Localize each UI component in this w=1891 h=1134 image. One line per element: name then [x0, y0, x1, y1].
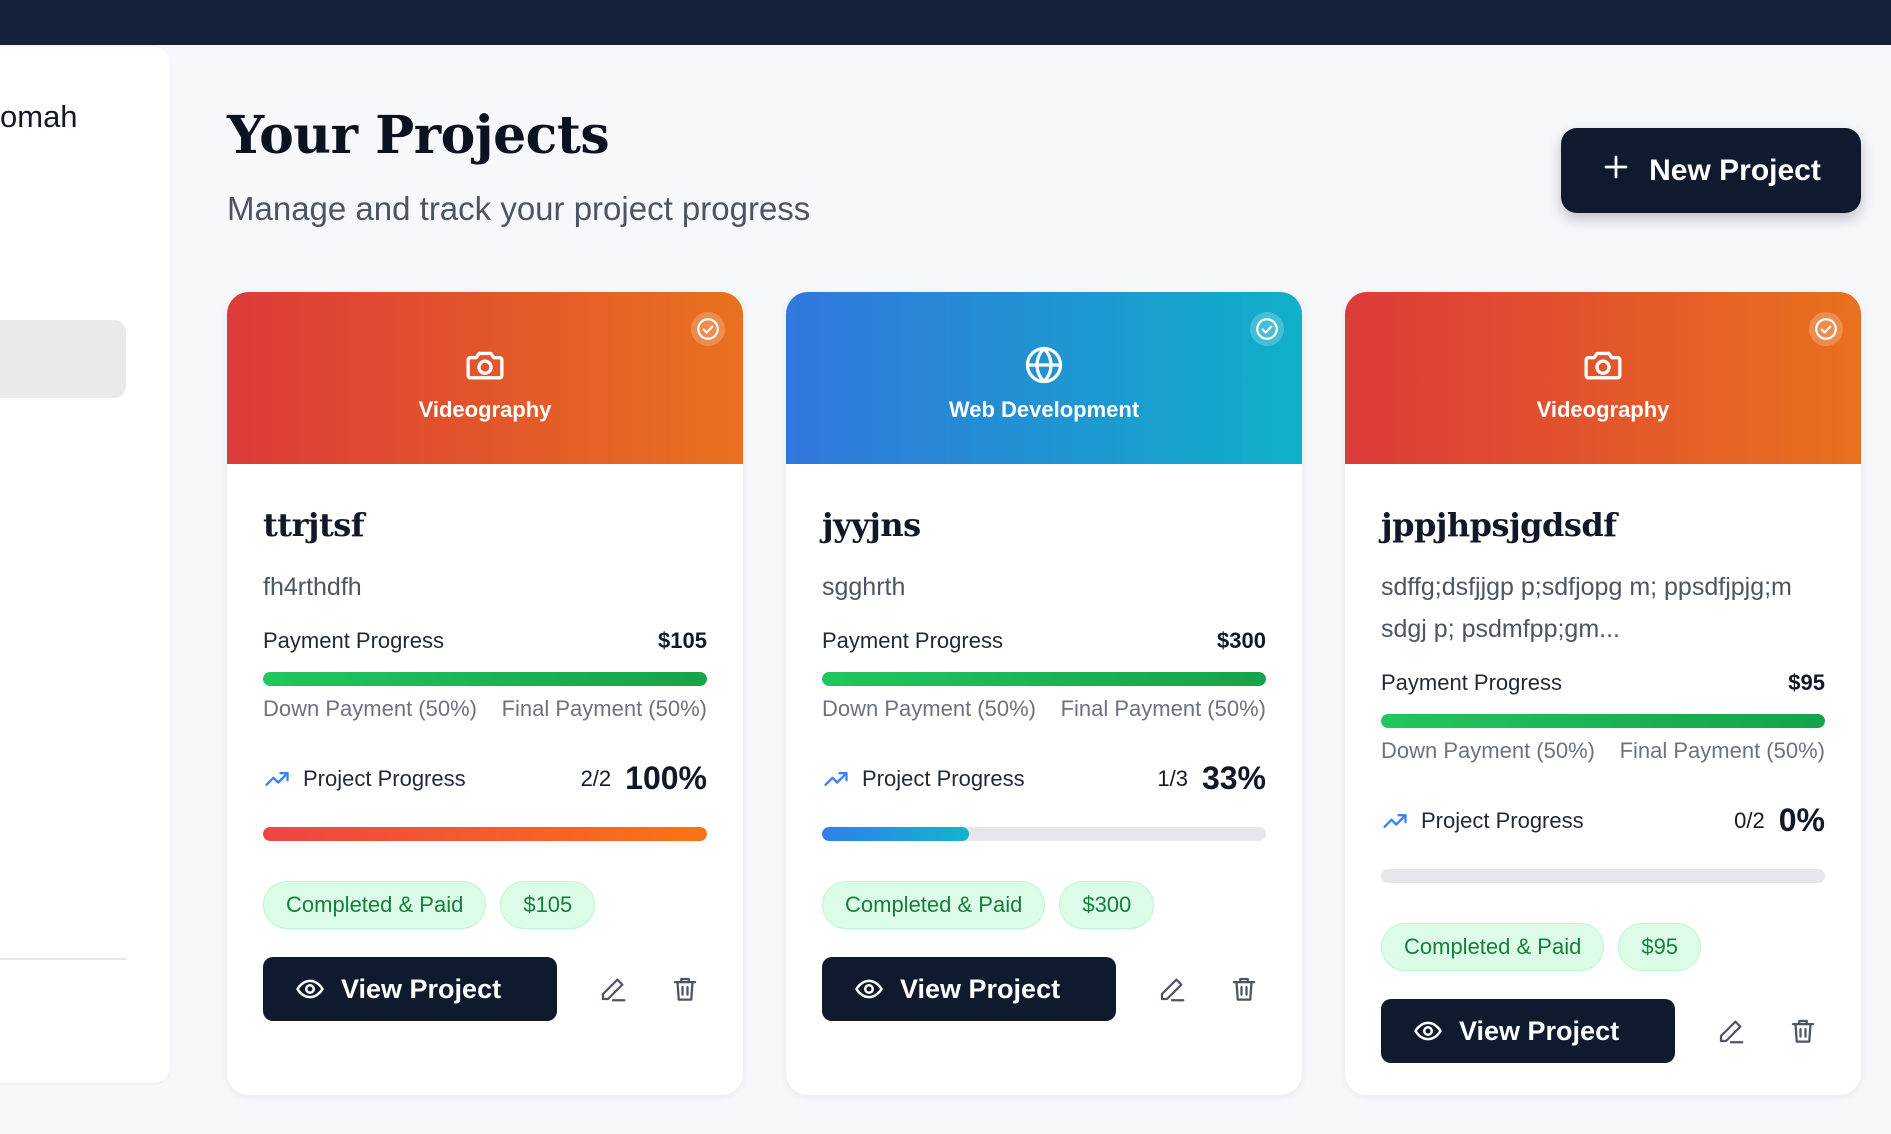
- sidebar: omah: [0, 47, 170, 1083]
- delete-button[interactable]: [1783, 1011, 1823, 1051]
- check-circle-icon: [1250, 312, 1284, 346]
- category-label: Videography: [418, 397, 552, 422]
- down-payment-label: Down Payment (50%): [263, 696, 477, 721]
- delete-button[interactable]: [665, 969, 705, 1009]
- payment-progress-bar: [822, 672, 1266, 686]
- payment-progress-label: Payment Progress: [822, 628, 1003, 653]
- payment-progress-label: Payment Progress: [263, 628, 444, 653]
- project-progress-bar: [263, 827, 707, 841]
- globe-icon: [1025, 346, 1063, 384]
- view-project-label: View Project: [341, 973, 502, 1004]
- trash-icon: [1232, 977, 1256, 1001]
- trending-up-icon: [1383, 813, 1407, 828]
- status-badge: Completed & Paid: [1381, 923, 1605, 971]
- pencil-icon: [1719, 1020, 1744, 1044]
- final-payment-label: Final Payment (50%): [1060, 696, 1266, 721]
- final-payment-label: Final Payment (50%): [501, 696, 707, 721]
- edit-button[interactable]: [1711, 1011, 1751, 1051]
- project-step-count: 1/3: [1157, 765, 1188, 791]
- view-project-label: View Project: [1459, 1015, 1620, 1046]
- amount-badge: $300: [1059, 881, 1155, 929]
- pencil-icon: [1160, 978, 1185, 1002]
- camera-icon: [466, 351, 504, 380]
- project-percent: 100%: [625, 760, 707, 796]
- project-percent: 0%: [1778, 802, 1825, 838]
- project-description: fh4rthdfh: [263, 573, 362, 601]
- project-progress-label: Project Progress: [862, 765, 1025, 791]
- project-step-count: 2/2: [580, 765, 612, 791]
- edit-button[interactable]: [1152, 969, 1192, 1009]
- trash-icon: [673, 977, 697, 1001]
- payment-amount: $300: [1217, 628, 1266, 653]
- project-title: jyyjns: [822, 506, 921, 544]
- project-description: sgghrth: [822, 573, 906, 601]
- sidebar-user-name: omah: [0, 99, 78, 134]
- payment-amount: $105: [658, 628, 707, 653]
- trending-up-icon: [265, 771, 289, 786]
- category-label: Videography: [1536, 397, 1670, 422]
- down-payment-label: Down Payment (50%): [822, 696, 1036, 721]
- project-description: sdffg;dsfjjgp p;sdfjopg m; ppsdfjpjg;m s…: [1381, 573, 1792, 643]
- card-header: Videography: [227, 292, 743, 464]
- project-progress-label: Project Progress: [303, 765, 466, 791]
- project-card: Videography ttrjtsf fh4rthdfh Payment Pr…: [227, 292, 743, 1095]
- check-circle-icon: [1809, 312, 1843, 346]
- project-percent: 33%: [1201, 760, 1266, 796]
- top-navbar: [0, 0, 1891, 45]
- view-project-button[interactable]: View Project: [1381, 999, 1675, 1063]
- check-circle-icon: [691, 312, 725, 346]
- page-title: Your Projects: [227, 105, 610, 166]
- sidebar-divider: [0, 958, 126, 960]
- card-header: Videography: [1345, 292, 1861, 464]
- category-label: Web Development: [948, 397, 1140, 422]
- view-project-button[interactable]: View Project: [263, 957, 557, 1021]
- camera-icon: [1584, 351, 1622, 380]
- plus-icon: [1601, 152, 1631, 190]
- payment-progress-label: Payment Progress: [1381, 670, 1562, 695]
- project-title: jppjhpsjgdsdf: [1381, 506, 1617, 544]
- eye-icon: [855, 979, 883, 999]
- project-step-count: 0/2: [1734, 807, 1765, 833]
- project-progress-bar: [822, 827, 1266, 841]
- project-progress-bar: [1381, 869, 1825, 883]
- down-payment-label: Down Payment (50%): [1381, 738, 1595, 763]
- eye-icon: [1414, 1021, 1442, 1041]
- new-project-button[interactable]: New Project: [1561, 128, 1861, 213]
- view-project-button[interactable]: View Project: [822, 957, 1116, 1021]
- page-subtitle: Manage and track your project progress: [227, 190, 811, 227]
- payment-amount: $95: [1788, 670, 1825, 695]
- card-header: Web Development: [786, 292, 1302, 464]
- view-project-label: View Project: [900, 973, 1061, 1004]
- project-card: Videography jppjhpsjgdsdf sdffg;dsfjjgp …: [1345, 292, 1861, 1095]
- payment-progress-bar: [263, 672, 707, 686]
- project-progress-label: Project Progress: [1421, 807, 1584, 833]
- edit-button[interactable]: [593, 969, 633, 1009]
- status-badge: Completed & Paid: [263, 881, 487, 929]
- status-badge: Completed & Paid: [822, 881, 1046, 929]
- payment-progress-bar: [1381, 714, 1825, 728]
- project-card: Web Development jyyjns sgghrth Payment P…: [786, 292, 1302, 1095]
- project-title: ttrjtsf: [263, 506, 365, 544]
- new-project-label: New Project: [1649, 153, 1821, 187]
- delete-button[interactable]: [1224, 969, 1264, 1009]
- trending-up-icon: [824, 771, 848, 786]
- sidebar-item-active[interactable]: [0, 320, 126, 398]
- eye-icon: [296, 979, 324, 999]
- trash-icon: [1791, 1019, 1815, 1043]
- pencil-icon: [601, 978, 626, 1002]
- final-payment-label: Final Payment (50%): [1619, 738, 1825, 763]
- amount-badge: $105: [500, 881, 596, 929]
- amount-badge: $95: [1618, 923, 1702, 971]
